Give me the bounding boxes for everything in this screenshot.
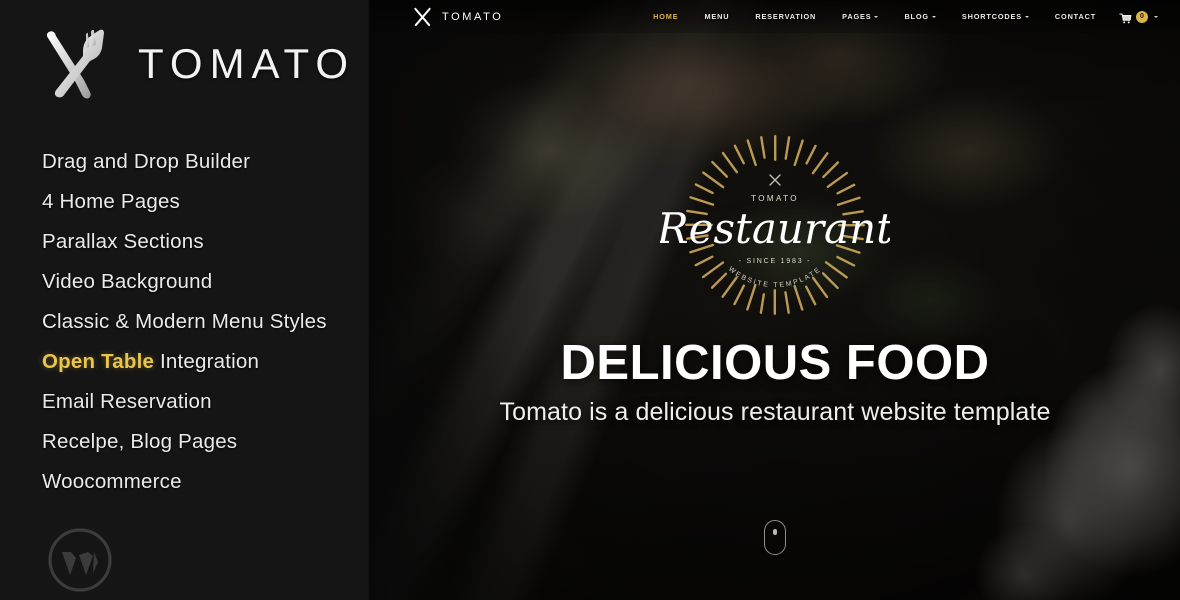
nav-link-pages[interactable]: PAGES — [829, 12, 891, 21]
feature-label: Woocommerce — [42, 470, 182, 493]
feature-item: Parallax Sections — [42, 222, 362, 262]
nav-link-menu[interactable]: MENU — [691, 12, 742, 21]
feature-label: Recelpe, Blog Pages — [42, 430, 238, 453]
nav-link-label: RESERVATION — [755, 12, 817, 21]
hero-subtitle: Tomato is a delicious restaurant website… — [499, 397, 1051, 426]
nav-link-label: MENU — [704, 12, 730, 21]
nav-link-label: BLOG — [904, 12, 929, 21]
nav-link-home[interactable]: HOME — [640, 12, 691, 21]
feature-item: Email Reservation — [42, 382, 362, 422]
hero-copy: DELICIOUS FOOD Tomato is a delicious res… — [370, 336, 1180, 427]
chevron-down-icon — [874, 15, 879, 18]
feature-item-open-table: Open Table Integration — [42, 342, 362, 382]
nav-link-label: PAGES — [842, 12, 872, 21]
feature-label: Classic & Modern Menu Styles — [42, 310, 327, 333]
feature-item: Recelpe, Blog Pages — [42, 422, 362, 462]
feature-list: Drag and Drop Builder 4 Home Pages Paral… — [42, 142, 362, 502]
nav-link-reservation[interactable]: RESERVATION — [742, 12, 829, 21]
chevron-down-icon — [1154, 15, 1158, 18]
feature-label: Email Reservation — [42, 390, 212, 413]
feature-item: 4 Home Pages — [42, 182, 362, 222]
emblem-arc-text: WEBSITE TEMPLATE — [727, 266, 823, 289]
feature-label-highlight: Open Table — [42, 350, 155, 373]
nav-link-label: CONTACT — [1054, 12, 1096, 21]
nav-link-contact[interactable]: CONTACT — [1042, 12, 1109, 21]
crossed-fork-knife-icon — [38, 24, 116, 104]
sidebar: TOMATO Drag and Drop Builder 4 Home Page… — [0, 0, 370, 600]
wordpress-icon — [48, 528, 112, 592]
mouse-scroll-icon[interactable] — [764, 520, 786, 555]
nav-link-blog[interactable]: BLOG — [891, 12, 948, 21]
shopping-cart-icon — [1119, 11, 1132, 24]
hero-section: TOMATO HOME MENU RESERVATION PAGES BLOG — [370, 0, 1180, 600]
feature-label: Parallax Sections — [42, 230, 204, 253]
sidebar-brand: TOMATO — [38, 24, 355, 104]
feature-label: Integration — [154, 350, 260, 373]
hero-left-vignette — [370, 0, 540, 600]
scroll-dot — [773, 529, 777, 535]
emblem-top-text: TOMATO — [751, 194, 799, 203]
chevron-down-icon — [931, 15, 936, 18]
feature-label: Drag and Drop Builder — [42, 150, 251, 173]
feature-item: Classic & Modern Menu Styles — [42, 302, 362, 342]
navbar-brand-name: TOMATO — [442, 10, 504, 23]
navbar-brand[interactable]: TOMATO — [412, 6, 503, 28]
cart-count-badge: 0 — [1136, 10, 1148, 23]
emblem-since-text: - SINCE 1983 - — [739, 258, 812, 265]
nav-link-shortcodes[interactable]: SHORTCODES — [949, 12, 1042, 21]
emblem-script-text: Restaurant — [660, 204, 890, 253]
feature-label: Video Background — [42, 270, 213, 293]
nav-link-label: HOME — [653, 12, 679, 21]
chevron-down-icon — [1024, 15, 1029, 18]
hero-title: DELICIOUS FOOD — [560, 336, 990, 390]
navbar-links: HOME MENU RESERVATION PAGES BLOG SHORTCO… — [640, 10, 1166, 24]
crossed-fork-knife-icon — [412, 6, 433, 28]
nav-link-label: SHORTCODES — [961, 12, 1022, 21]
feature-item: Woocommerce — [42, 462, 362, 502]
feature-item: Video Background — [42, 262, 362, 302]
cart-button[interactable]: 0 — [1109, 10, 1166, 24]
feature-label: 4 Home Pages — [42, 190, 181, 213]
sidebar-brand-name: TOMATO — [138, 40, 356, 87]
feature-item: Drag and Drop Builder — [42, 142, 362, 182]
restaurant-emblem: TOMATO Restaurant - SINCE 1983 - WEBSITE… — [660, 133, 890, 318]
top-navbar: TOMATO HOME MENU RESERVATION PAGES BLOG — [370, 0, 1180, 33]
page-root: TOMATO Drag and Drop Builder 4 Home Page… — [0, 0, 1180, 600]
